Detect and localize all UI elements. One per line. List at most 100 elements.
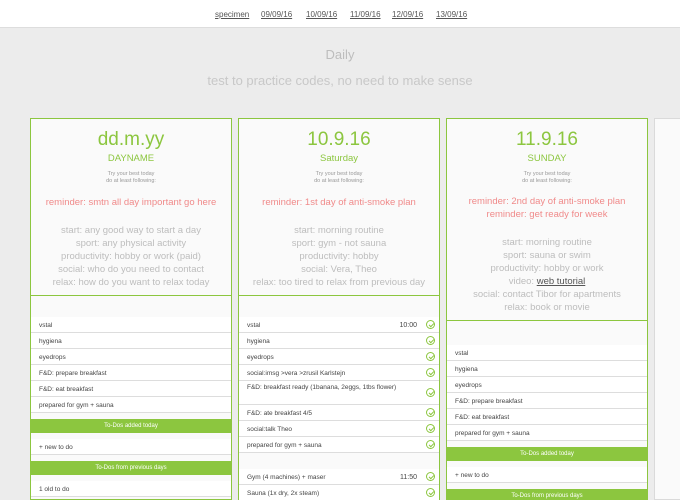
task-list: vstal 10:00 hygiena eyedrops social:imsg… [239, 317, 439, 500]
check-circle-icon[interactable] [426, 472, 435, 481]
old-todo-item[interactable]: 1 old to do [31, 481, 231, 497]
hint-line: do at least following: [106, 178, 156, 184]
day-card-sunday: 11.9.16 SUNDAY Try your best today do at… [446, 118, 648, 500]
page-subtitle: test to practice codes, no need to make … [207, 73, 473, 88]
new-todo-button[interactable]: + new to do [447, 467, 647, 483]
nav-link-13-09-16[interactable]: 13/09/16 [436, 10, 467, 19]
card-header: 10.9.16 Saturday Try your best today do … [239, 119, 439, 296]
task-item[interactable]: social:imsg >vera >zrusil Karlstejn [239, 365, 439, 381]
card-dayname: SUNDAY [527, 153, 567, 164]
task-item[interactable]: vstal [31, 317, 231, 333]
check-circle-icon[interactable] [426, 320, 435, 329]
task-text: vstal [247, 322, 261, 329]
nav-link-10-09-16[interactable]: 10/09/16 [306, 10, 337, 19]
plan-line: productivity: hobby or work [490, 263, 604, 274]
hint-line: do at least following: [522, 178, 572, 184]
check-circle-icon[interactable] [426, 424, 435, 433]
previous-days-header: To-Dos from previous days [31, 461, 231, 475]
plan-line: sport: sauna or swim [503, 250, 591, 261]
task-item[interactable]: Sauna (1x dry, 2x steam) [239, 485, 439, 500]
task-text: hygiena [247, 338, 270, 345]
card-hint: Try your best today do at least followin… [447, 171, 647, 185]
page-title: Daily [325, 47, 355, 62]
nav-link-12-09-16[interactable]: 12/09/16 [392, 10, 423, 19]
reminder-line: reminder: 2nd day of anti-smoke plan [468, 196, 626, 207]
task-text: social:talk Theo [247, 426, 293, 433]
task-item[interactable]: F&D: breakfast ready (1banana, 2eggs, 1t… [239, 381, 439, 405]
task-item[interactable]: Gym (4 machines) + maser 11:50 [239, 469, 439, 485]
plan-line: relax: book or movie [504, 302, 590, 313]
plan-line: relax: too tired to relax from previous … [252, 277, 426, 288]
task-time: 10:00 [399, 322, 417, 329]
task-item[interactable]: F&D: eat breakfast [447, 409, 647, 425]
task-item[interactable]: prepared for gym + sauna [31, 397, 231, 413]
check-circle-icon[interactable] [426, 388, 435, 397]
nav-link-specimen[interactable]: specimen [215, 10, 249, 19]
task-text: F&D: ate breakfast 4/5 [247, 410, 313, 417]
plan-line: start: morning routine [294, 225, 384, 236]
card-hint: Try your best today do at least followin… [239, 171, 439, 185]
card-reminder: reminder: smtn all day important go here [45, 197, 217, 208]
task-item[interactable]: F&D: eat breakfast [31, 381, 231, 397]
plan-line: start: any good way to start a day [61, 225, 201, 236]
task-list: vstal hygiena eyedrops F&D: prepare brea… [447, 345, 647, 500]
task-item[interactable]: prepared for gym + sauna [447, 425, 647, 441]
card-plan: start: morning routine sport: gym - not … [239, 224, 439, 289]
task-time: 11:50 [400, 474, 417, 481]
task-item[interactable]: eyedrops [447, 377, 647, 393]
added-today-header: To-Dos added today [447, 447, 647, 461]
task-item[interactable]: eyedrops [31, 349, 231, 365]
check-circle-icon[interactable] [426, 352, 435, 361]
card-date: dd.m.yy [97, 129, 165, 150]
previous-days-header: To-Dos from previous days [447, 489, 647, 500]
task-text: eyedrops [247, 354, 274, 361]
task-list: vstal hygiena eyedrops F&D: prepare brea… [31, 317, 231, 497]
task-item[interactable]: hygiena [239, 333, 439, 349]
card-dayname: DAYNAME [107, 153, 155, 164]
card-plan: start: any good way to start a day sport… [31, 224, 231, 289]
web-tutorial-link[interactable]: web tutorial [537, 276, 586, 287]
nav-link-11-09-16[interactable]: 11/09/16 [350, 10, 381, 19]
card-header: dd.m.yy DAYNAME Try your best today do a… [31, 119, 231, 296]
card-header: 11.9.16 SUNDAY Try your best today do at… [447, 119, 647, 321]
task-item[interactable]: F&D: prepare breakfast [447, 393, 647, 409]
task-item[interactable]: hygiena [447, 361, 647, 377]
card-date: 10.9.16 [307, 129, 371, 150]
task-text: F&D: breakfast ready (1banana, 2eggs, 1t… [247, 384, 397, 391]
hint-line: Try your best today [107, 171, 155, 177]
check-circle-icon[interactable] [426, 488, 435, 497]
card-reminder: reminder: 2nd day of anti-smoke plan rem… [447, 195, 647, 221]
check-circle-icon[interactable] [426, 336, 435, 345]
plan-line: video: web tutorial [447, 275, 647, 288]
plan-line: start: morning routine [502, 237, 592, 248]
task-item[interactable]: hygiena [31, 333, 231, 349]
card-plan: start: morning routine sport: sauna or s… [447, 236, 647, 314]
task-item[interactable]: eyedrops [239, 349, 439, 365]
video-prefix: video: [508, 276, 537, 287]
check-circle-icon[interactable] [426, 408, 435, 417]
task-item[interactable]: F&D: prepare breakfast [31, 365, 231, 381]
check-circle-icon[interactable] [426, 368, 435, 377]
task-text: social:imsg >vera >zrusil Karlstejn [247, 370, 346, 377]
plan-line: productivity: hobby or work (paid) [61, 251, 201, 262]
day-card-partial [654, 118, 680, 500]
task-item[interactable]: social:talk Theo [239, 421, 439, 437]
task-text: Sauna (1x dry, 2x steam) [247, 490, 320, 497]
plan-line: sport: gym - not sauna [291, 238, 387, 249]
card-dayname: Saturday [319, 153, 359, 164]
card-reminder: reminder: 1st day of anti-smoke plan [262, 197, 416, 208]
task-item[interactable]: vstal 10:00 [239, 317, 439, 333]
plan-line: social: contact Tibor for apartments [473, 289, 621, 300]
new-todo-button[interactable]: + new to do [31, 439, 231, 455]
hint-line: Try your best today [523, 171, 571, 177]
nav-link-09-09-16[interactable]: 09/09/16 [261, 10, 292, 19]
card-hint: Try your best today do at least followin… [31, 171, 231, 185]
task-item[interactable]: prepared for gym + sauna [239, 437, 439, 453]
task-text: Gym (4 machines) + maser [247, 474, 326, 481]
hint-line: Try your best today [315, 171, 363, 177]
task-item[interactable]: F&D: ate breakfast 4/5 [239, 405, 439, 421]
plan-line: productivity: hobby [299, 251, 379, 262]
check-circle-icon[interactable] [426, 440, 435, 449]
plan-line: social: who do you need to contact [58, 264, 204, 275]
task-item[interactable]: vstal [447, 345, 647, 361]
